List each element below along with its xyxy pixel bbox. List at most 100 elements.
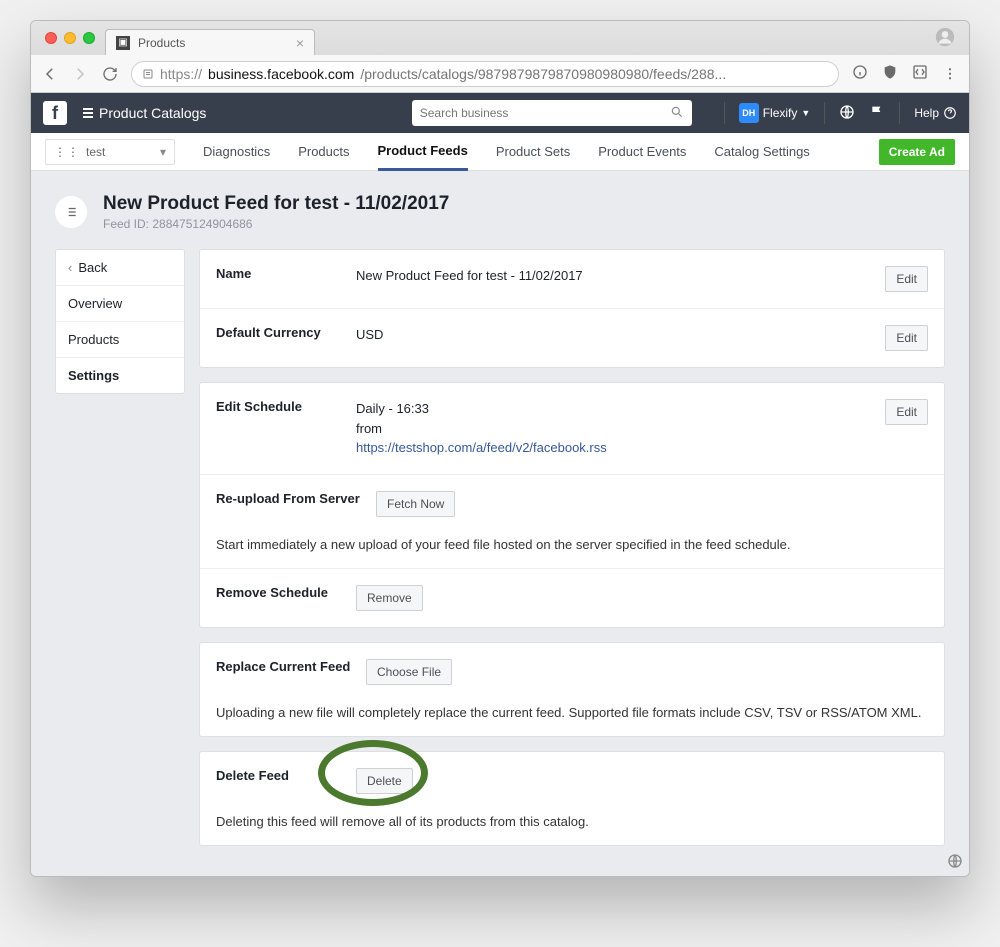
window-close[interactable]: [45, 32, 57, 44]
name-label: Name: [216, 266, 356, 281]
window-minimize[interactable]: [64, 32, 76, 44]
sidebar-item-label: Overview: [68, 296, 122, 311]
row-currency: Default Currency USD Edit: [200, 309, 944, 367]
avatar: DH: [739, 103, 759, 123]
replace-label: Replace Current Feed: [216, 659, 366, 674]
window-controls: [41, 21, 105, 55]
catalog-picker[interactable]: ⋮⋮ test ▾: [45, 139, 175, 165]
replace-note: Uploading a new file will completely rep…: [200, 701, 944, 736]
name-value: New Product Feed for test - 11/02/2017: [356, 266, 885, 286]
browser-tab[interactable]: ▣ Products ×: [105, 29, 315, 55]
card-replace: Replace Current Feed Choose File Uploadi…: [199, 642, 945, 737]
search-icon: [670, 105, 684, 122]
extension-info-icon[interactable]: [851, 64, 869, 83]
footer-globe-icon[interactable]: [947, 853, 963, 872]
row-reupload: Re-upload From Server Fetch Now: [200, 475, 944, 533]
main-content: Name New Product Feed for test - 11/02/2…: [199, 249, 945, 846]
tab-product-feeds[interactable]: Product Feeds: [378, 133, 468, 171]
account-switcher[interactable]: DH Flexify ▼: [739, 103, 811, 123]
fb-header-right: DH Flexify ▼ Help: [724, 102, 957, 124]
sidebar-back[interactable]: ‹ Back: [56, 250, 184, 286]
schedule-frequency: Daily - 16:33: [356, 399, 885, 419]
chevron-down-icon: ▼: [801, 108, 810, 118]
browser-window: ▣ Products × https:// business.facebook.c…: [30, 20, 970, 877]
choose-file-button[interactable]: Choose File: [366, 659, 452, 685]
flag-icon[interactable]: [869, 104, 885, 123]
currency-value: USD: [356, 325, 885, 345]
fb-section-title: Product Catalogs: [99, 105, 206, 121]
schedule-from: from: [356, 419, 885, 439]
remove-schedule-label: Remove Schedule: [216, 585, 356, 600]
address-bar[interactable]: https:// business.facebook.com/products/c…: [131, 61, 839, 87]
help-icon: [943, 106, 957, 120]
create-ad-button[interactable]: Create Ad: [879, 139, 955, 165]
help-label: Help: [914, 106, 939, 120]
row-delete: Delete Feed Delete: [200, 752, 944, 810]
browser-profile-icon[interactable]: [935, 27, 955, 50]
search-input[interactable]: [420, 106, 670, 120]
nav-forward-icon: [71, 65, 89, 83]
reupload-note: Start immediately a new upload of your f…: [200, 533, 944, 569]
subnav: ⋮⋮ test ▾ Diagnostics Products Product F…: [31, 133, 969, 171]
card-schedule: Edit Schedule Daily - 16:33 from https:/…: [199, 382, 945, 628]
card-delete: Delete Feed Delete Deleting this feed wi…: [199, 751, 945, 846]
tab-product-events[interactable]: Product Events: [598, 134, 686, 169]
fetch-now-button[interactable]: Fetch Now: [376, 491, 455, 517]
schedule-label: Edit Schedule: [216, 399, 356, 414]
chevron-left-icon: ‹: [68, 260, 72, 275]
sidebar-item-products[interactable]: Products: [56, 322, 184, 358]
reupload-label: Re-upload From Server: [216, 491, 376, 506]
fb-header: f Product Catalogs DH Flexify ▼: [31, 93, 969, 133]
schedule-url-link[interactable]: https://testshop.com/a/feed/v2/facebook.…: [356, 440, 607, 455]
sidebar: ‹ Back Overview Products Settings: [55, 249, 185, 846]
fb-logo-icon[interactable]: f: [43, 101, 67, 125]
row-replace: Replace Current Feed Choose File: [200, 643, 944, 701]
edit-name-button[interactable]: Edit: [885, 266, 928, 292]
row-name: Name New Product Feed for test - 11/02/2…: [200, 250, 944, 309]
window-zoom[interactable]: [83, 32, 95, 44]
browser-toolbar: https:// business.facebook.com/products/c…: [31, 55, 969, 93]
tab-diagnostics[interactable]: Diagnostics: [203, 134, 270, 169]
row-remove-schedule: Remove Schedule Remove: [200, 569, 944, 627]
sidebar-item-overview[interactable]: Overview: [56, 286, 184, 322]
fb-search[interactable]: [412, 100, 692, 126]
account-name: Flexify: [763, 106, 798, 120]
nav-reload-icon[interactable]: [101, 65, 119, 83]
catalog-name: test: [86, 145, 105, 159]
browser-tabstrip: ▣ Products ×: [31, 21, 969, 55]
url-path: /products/catalogs/98798798798709809809​…: [360, 66, 726, 82]
help-link[interactable]: Help: [914, 106, 957, 120]
edit-currency-button[interactable]: Edit: [885, 325, 928, 351]
feed-id-label: Feed ID: 288475124904686: [103, 217, 449, 231]
tab-catalog-settings[interactable]: Catalog Settings: [714, 134, 809, 169]
tab-product-sets[interactable]: Product Sets: [496, 134, 570, 169]
edit-schedule-button[interactable]: Edit: [885, 399, 928, 425]
sidebar-item-settings[interactable]: Settings: [56, 358, 184, 393]
card-basic: Name New Product Feed for test - 11/02/2…: [199, 249, 945, 368]
page-body: New Product Feed for test - 11/02/2017 F…: [31, 171, 969, 876]
drag-icon: ⋮⋮: [54, 145, 80, 159]
hamburger-icon: [83, 108, 93, 118]
tab-products[interactable]: Products: [298, 134, 349, 169]
delete-feed-button[interactable]: Delete: [356, 768, 413, 794]
delete-note: Deleting this feed will remove all of it…: [200, 810, 944, 845]
extension-shield-icon[interactable]: [881, 64, 899, 83]
chevron-down-icon: ▾: [160, 145, 166, 159]
currency-label: Default Currency: [216, 325, 356, 340]
row-schedule: Edit Schedule Daily - 16:33 from https:/…: [200, 383, 944, 475]
page-title: New Product Feed for test - 11/02/2017: [103, 193, 449, 215]
url-host: business.facebook.com: [208, 66, 354, 82]
list-icon: [55, 196, 87, 228]
delete-label: Delete Feed: [216, 768, 356, 783]
remove-schedule-button[interactable]: Remove: [356, 585, 423, 611]
page-info-icon: [142, 68, 154, 80]
page-header: New Product Feed for test - 11/02/2017 F…: [55, 193, 945, 231]
globe-icon[interactable]: [839, 104, 855, 123]
url-protocol: https://: [160, 66, 202, 82]
tab-close-icon[interactable]: ×: [296, 35, 304, 51]
browser-menu-icon[interactable]: ⋮: [941, 66, 959, 82]
fb-section-switcher[interactable]: Product Catalogs: [83, 105, 206, 121]
sidebar-item-label: Products: [68, 332, 119, 347]
extension-devtools-icon[interactable]: [911, 64, 929, 83]
nav-back-icon[interactable]: [41, 65, 59, 83]
